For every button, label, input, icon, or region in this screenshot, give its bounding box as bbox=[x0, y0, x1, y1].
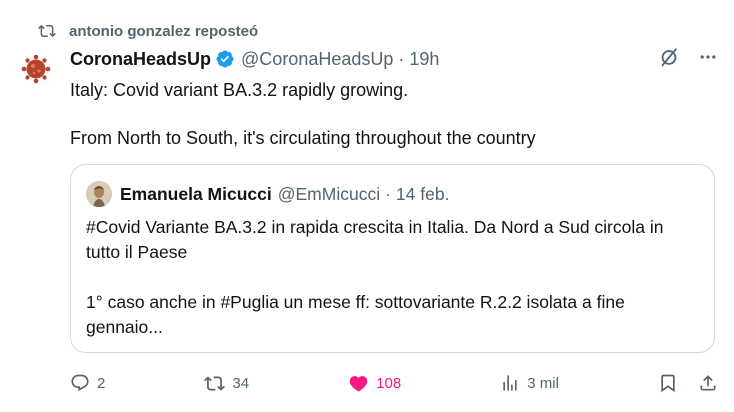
repost-icon bbox=[204, 375, 226, 391]
repost-label[interactable]: antonio gonzalez reposteó bbox=[69, 23, 258, 40]
post-text: Italy: Covid variant BA.3.2 rapidly grow… bbox=[70, 80, 536, 148]
heart-icon bbox=[349, 375, 368, 392]
header-separator: · bbox=[398, 48, 405, 69]
views-count: 3 mil bbox=[527, 374, 559, 392]
repost-count: 34 bbox=[232, 374, 250, 392]
share-button[interactable] bbox=[698, 373, 718, 393]
post-timestamp[interactable]: 19h bbox=[409, 49, 439, 70]
quoted-author-handle: @EmMicucci bbox=[277, 183, 381, 204]
post-header: CoronaHeadsUp @CoronaHeadsUp · 19h bbox=[70, 47, 439, 71]
right-actions bbox=[658, 373, 718, 393]
bookmark-button[interactable] bbox=[658, 373, 678, 393]
quoted-post-timestamp: 14 feb. bbox=[395, 183, 450, 204]
quoted-header-separator: · bbox=[385, 183, 391, 204]
quoted-post-header: Emanuela Micucci @EmMicucci · 14 feb. bbox=[86, 180, 449, 208]
post-top-actions bbox=[658, 46, 718, 68]
repost-icon bbox=[38, 24, 56, 38]
quoted-author-name: Emanuela Micucci bbox=[120, 183, 272, 204]
author-handle[interactable]: @CoronaHeadsUp bbox=[241, 49, 393, 70]
views-button[interactable]: 3 mil bbox=[500, 373, 559, 393]
verified-badge-icon[interactable] bbox=[215, 49, 235, 69]
like-button[interactable]: 108 bbox=[348, 373, 401, 394]
reply-button[interactable]: 2 bbox=[70, 373, 105, 393]
bookmark-icon bbox=[661, 374, 675, 393]
reply-icon bbox=[71, 374, 89, 392]
share-icon bbox=[700, 375, 716, 391]
post-actions-bar: 2 34 108 3 mil bbox=[70, 370, 718, 396]
quoted-post[interactable]: Emanuela Micucci @EmMicucci · 14 feb. #C… bbox=[70, 164, 715, 353]
repost-button[interactable]: 34 bbox=[204, 373, 249, 394]
grok-icon[interactable] bbox=[658, 46, 680, 68]
quoted-author-avatar bbox=[86, 181, 112, 207]
repost-context: antonio gonzalez reposteó bbox=[38, 20, 258, 42]
author-name[interactable]: CoronaHeadsUp bbox=[70, 49, 211, 70]
more-icon[interactable] bbox=[698, 47, 718, 67]
like-count: 108 bbox=[376, 374, 402, 392]
quoted-post-text: #Covid Variante BA.3.2 in rapida crescit… bbox=[86, 217, 664, 337]
views-icon bbox=[503, 375, 517, 391]
reply-count: 2 bbox=[97, 374, 106, 392]
author-avatar[interactable] bbox=[18, 51, 54, 87]
